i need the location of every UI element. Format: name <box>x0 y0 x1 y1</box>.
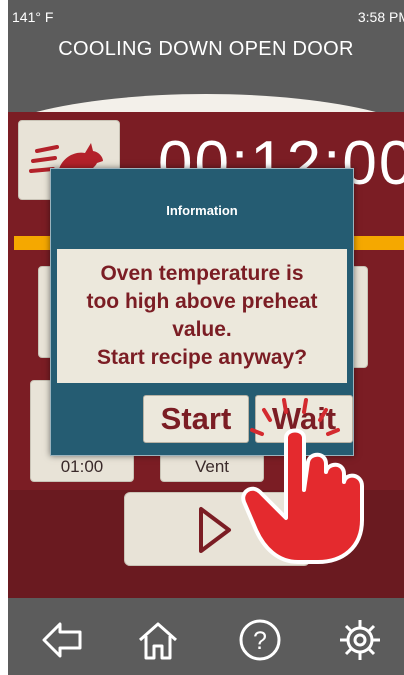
bottom-nav: ? <box>8 598 404 675</box>
settings-gear-icon[interactable] <box>336 616 384 664</box>
dialog-message-line: Oven temperature is <box>100 262 304 285</box>
status-message: COOLING DOWN OPEN DOOR <box>58 38 354 60</box>
back-arrow-icon[interactable] <box>38 616 86 664</box>
dialog-message-line: Start recipe anyway? <box>96 346 308 369</box>
help-icon[interactable]: ? <box>236 616 284 664</box>
oven-screen: 141° F 3:58 PM COOLING DOWN OPEN DOOR 00… <box>8 0 404 675</box>
information-dialog: Information Oven temperature is too high… <box>50 168 354 456</box>
temperature-readout: 141° F <box>12 9 54 25</box>
dialog-message-line: value. <box>172 318 232 341</box>
home-icon[interactable] <box>134 616 182 664</box>
play-button[interactable] <box>124 492 310 566</box>
dialog-message-line: too high above preheat <box>86 290 318 313</box>
start-button[interactable]: Start <box>143 395 249 443</box>
status-bar: 141° F 3:58 PM <box>8 0 404 30</box>
vent-tile-label: Vent <box>194 457 230 476</box>
dialog-message: Oven temperature is too high above prehe… <box>57 249 347 383</box>
wait-button[interactable]: Wait <box>255 395 353 443</box>
clock: 3:58 PM <box>357 9 404 25</box>
time-tile-label: 01:00 <box>60 457 104 476</box>
dialog-title: Information <box>166 203 238 218</box>
svg-text:?: ? <box>253 627 267 655</box>
play-icon <box>199 507 231 553</box>
